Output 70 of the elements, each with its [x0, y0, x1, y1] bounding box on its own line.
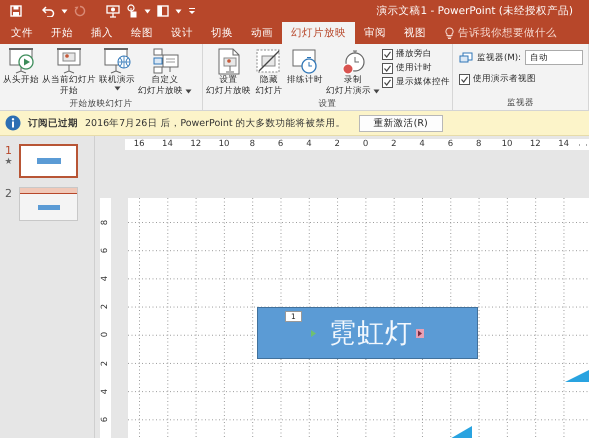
- group-label: 开始放映幻灯片: [68, 98, 134, 110]
- checkbox[interactable]: [459, 74, 470, 84]
- ruler-number: 0: [101, 332, 110, 338]
- checkbox[interactable]: [382, 76, 393, 88]
- caret-icon: [61, 8, 68, 14]
- ribbon-tab[interactable]: 插入: [82, 22, 122, 44]
- group-label: 监视器: [506, 97, 535, 110]
- ribbon-button[interactable]: 从头开始: [2, 46, 40, 87]
- shape-text: 霓虹灯: [328, 317, 413, 351]
- ribbon-tab[interactable]: 切换: [202, 22, 242, 44]
- ribbon-button[interactable]: 录制 幻灯片演示: [325, 46, 381, 98]
- touch-icon[interactable]: [126, 4, 138, 18]
- ruler-number: 6: [101, 248, 110, 253]
- slide-number: 2: [5, 187, 12, 200]
- info-icon: [5, 115, 21, 131]
- slide-number: 1: [5, 144, 12, 157]
- checkbox-option[interactable]: 显示媒体控件: [382, 76, 450, 88]
- monitor-dropdown[interactable]: 自动: [525, 50, 584, 65]
- ribbon-tab[interactable]: 动画: [242, 22, 282, 44]
- tell-me-field[interactable]: 告诉我你想要做什么: [445, 22, 557, 44]
- undo-icon[interactable]: [42, 5, 55, 17]
- ribbon-tab[interactable]: 幻灯片放映: [282, 22, 355, 44]
- lightbulb-icon: [445, 27, 454, 39]
- slide-thumbnail[interactable]: [19, 144, 78, 178]
- animation-end-icon: [416, 328, 424, 338]
- message-title: 订阅已过期: [28, 116, 78, 130]
- screen-slide-icon: [54, 47, 84, 75]
- ruler-number: 2: [101, 360, 110, 366]
- checkbox-option[interactable]: 使用计时: [382, 62, 450, 74]
- caret-icon: [144, 8, 151, 14]
- ruler-number: 6: [101, 416, 110, 422]
- animation-start-icon: [311, 330, 316, 336]
- ruler-number: 8: [101, 219, 110, 225]
- customize-menu-icon[interactable]: [188, 7, 196, 15]
- corner-triangle: [565, 370, 589, 382]
- screen-play-icon: [6, 47, 36, 75]
- ribbon-tab[interactable]: 设计: [162, 22, 202, 44]
- ribbon-button[interactable]: 设置 幻灯片放映: [205, 46, 252, 98]
- checkmark-icon: [460, 74, 469, 84]
- checkbox-option[interactable]: 播放旁白: [382, 48, 450, 60]
- window-title: 演示文稿1 - PowerPoint (未经授权产品): [376, 4, 574, 18]
- presenter-icon[interactable]: [106, 4, 120, 18]
- group-label: 设置: [318, 98, 338, 110]
- monitor-label: 监视器(M):: [477, 52, 522, 64]
- message-text: 2016年7月26日 后，PowerPoint 的大多数功能将被禁用。: [85, 116, 346, 130]
- ribbon-tab[interactable]: 文件: [2, 22, 42, 44]
- monitors-icon: [459, 52, 473, 64]
- ribbon-button[interactable]: 隐藏 幻灯片: [253, 46, 285, 98]
- ribbon-button[interactable]: 自定义 幻灯片放映: [137, 46, 193, 98]
- ribbon-tab[interactable]: 视图: [395, 22, 435, 44]
- ruler-number: 4: [101, 276, 110, 282]
- save-icon[interactable]: [10, 5, 22, 17]
- ruler-number: 4: [101, 388, 110, 394]
- ribbon-button[interactable]: 排练计时: [286, 46, 324, 87]
- ribbon-button[interactable]: 从当前幻灯片 开始: [41, 46, 97, 98]
- ribbon-tab[interactable]: 审阅: [355, 22, 395, 44]
- animation-mark: ★: [4, 157, 13, 167]
- layout-icon[interactable]: [157, 5, 169, 17]
- checkbox[interactable]: [382, 62, 393, 74]
- ribbon-button[interactable]: 联机演示: [98, 46, 136, 92]
- ribbon-tab[interactable]: 开始: [42, 22, 82, 44]
- reactivate-button[interactable]: 重新激活(R): [358, 114, 443, 132]
- ruler-number: 2: [101, 304, 110, 310]
- checkbox[interactable]: [382, 48, 393, 60]
- ribbon-tab[interactable]: 绘图: [122, 22, 162, 44]
- redo-icon: [74, 5, 86, 17]
- caret-icon: [175, 8, 182, 14]
- checkbox-option[interactable]: 使用演示者视图: [459, 73, 536, 85]
- screen-globe-icon: [102, 47, 132, 75]
- slide-thumbnail[interactable]: [19, 187, 78, 221]
